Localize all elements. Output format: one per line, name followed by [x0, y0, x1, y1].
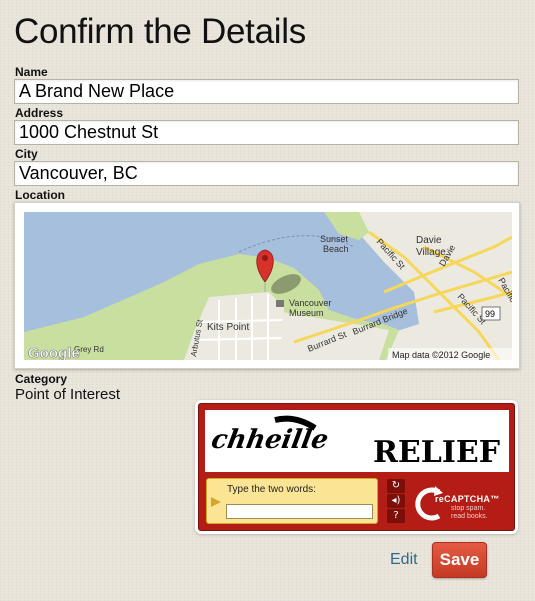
museum-icon	[276, 300, 284, 307]
map-label-davie-village: Davie	[416, 235, 442, 246]
location-label: Location	[15, 188, 65, 202]
map-label-sunset-beach: Sunset	[320, 234, 349, 244]
help-icon[interactable]: ?	[387, 509, 405, 523]
arrow-right-icon	[211, 497, 221, 507]
captcha-word-2: RELIEF	[373, 435, 500, 470]
route-shield-label: 99	[485, 309, 495, 319]
recaptcha-logo: reCAPTCHA™ stop spam. read books.	[413, 478, 509, 526]
edit-link[interactable]: Edit	[390, 551, 418, 569]
save-button[interactable]: Save	[432, 542, 487, 578]
refresh-icon[interactable]: ↻	[387, 479, 405, 493]
recaptcha-widget: chheille RELIEF Type the two words: ↻ ◂)…	[198, 403, 515, 531]
captcha-controls: ↻ ◂) ?	[385, 478, 407, 524]
captcha-prompt: Type the two words:	[227, 484, 316, 495]
google-logo: Google	[28, 345, 80, 360]
address-input[interactable]	[14, 120, 519, 145]
name-label: Name	[15, 65, 48, 79]
captcha-response-input[interactable]	[226, 504, 373, 519]
category-label: Category	[15, 372, 68, 386]
map-label-museum: Vancouver	[289, 298, 331, 308]
location-map[interactable]: Sunset Beach Davie Village Kits Point Va…	[14, 202, 520, 369]
recaptcha-arrow-icon	[415, 486, 443, 521]
name-input[interactable]	[14, 79, 519, 104]
category-value: Point of Interest	[15, 386, 121, 403]
recaptcha-brand: reCAPTCHA™	[435, 494, 500, 504]
page-title: Confirm the Details	[14, 12, 306, 51]
map-canvas[interactable]: Sunset Beach Davie Village Kits Point Va…	[24, 212, 512, 360]
svg-text:Museum: Museum	[289, 308, 324, 318]
captcha-image: chheille RELIEF	[205, 410, 509, 472]
city-input[interactable]	[14, 161, 519, 186]
captcha-input-area: Type the two words:	[206, 478, 378, 524]
svg-text:Beach: Beach	[323, 244, 349, 254]
recaptcha-tagline: stop spam. read books.	[451, 505, 488, 520]
map-copyright: Map data ©2012 Google	[392, 350, 490, 360]
audio-icon[interactable]: ◂)	[387, 494, 405, 508]
address-label: Address	[15, 106, 64, 120]
map-label-kits-point: Kits Point	[207, 322, 249, 333]
city-label: City	[15, 147, 38, 161]
